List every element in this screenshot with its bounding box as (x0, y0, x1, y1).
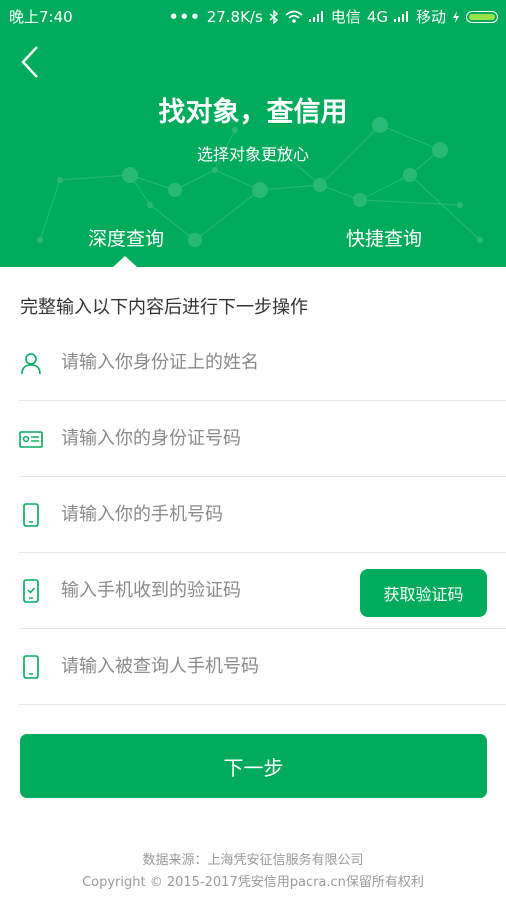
tab-deep-query[interactable]: 深度查询 (88, 224, 164, 251)
header-banner: 晚上7:40 ••• 27.8K/s 电信 4G 移动 找对象，查信用 选择对象… (0, 0, 506, 267)
wifi-icon (285, 10, 303, 23)
carrier-1: 电信 (330, 8, 361, 26)
verify-code-input[interactable] (61, 573, 341, 607)
page-title: 找对象，查信用 (158, 97, 348, 128)
page-subtitle: 选择对象更放心 (196, 145, 309, 164)
target-phone-input[interactable] (61, 649, 341, 683)
get-code-button[interactable]: 获取验证码 (360, 569, 487, 617)
status-bar: 晚上7:40 ••• 27.8K/s 电信 4G 移动 (0, 0, 506, 30)
back-chevron-icon[interactable] (18, 44, 42, 80)
id-card-icon (19, 431, 43, 448)
carrier-2: 移动 (415, 8, 446, 26)
active-tab-indicator (113, 256, 137, 267)
phone-row (19, 477, 506, 553)
next-step-button[interactable]: 下一步 (20, 734, 487, 798)
name-input[interactable] (61, 345, 341, 379)
battery-icon (466, 10, 498, 23)
network-background-pattern (37, 117, 483, 247)
signal-icon (308, 11, 325, 22)
tab-quick-query[interactable]: 快捷查询 (346, 224, 422, 251)
bluetooth-icon (269, 9, 278, 24)
id-number-row (19, 401, 506, 477)
signal-icon (393, 11, 410, 22)
verify-code-row: 获取验证码 (19, 553, 506, 629)
id-number-input[interactable] (61, 421, 341, 455)
person-icon (21, 353, 41, 375)
status-right-group: ••• 27.8K/s 电信 4G 移动 (169, 6, 498, 27)
network-speed: 27.8K/s (206, 7, 263, 26)
phone-icon (23, 655, 39, 679)
status-time: 晚上7:40 (9, 8, 73, 26)
status-dots: ••• (168, 7, 201, 26)
network-type: 4G (366, 7, 388, 26)
data-source-text: 数据来源：上海凭安征信服务有限公司 (142, 853, 364, 868)
charging-icon (453, 10, 459, 23)
copyright-text: Copyright © 2015-2017凭安信用pacra.cn保留所有权利 (82, 875, 424, 890)
phone-verify-icon (23, 579, 39, 603)
target-phone-row (19, 629, 506, 705)
phone-input[interactable] (61, 497, 341, 531)
form-instruction: 完整输入以下内容后进行下一步操作 (20, 297, 308, 318)
phone-icon (23, 503, 39, 527)
name-row (19, 325, 506, 401)
